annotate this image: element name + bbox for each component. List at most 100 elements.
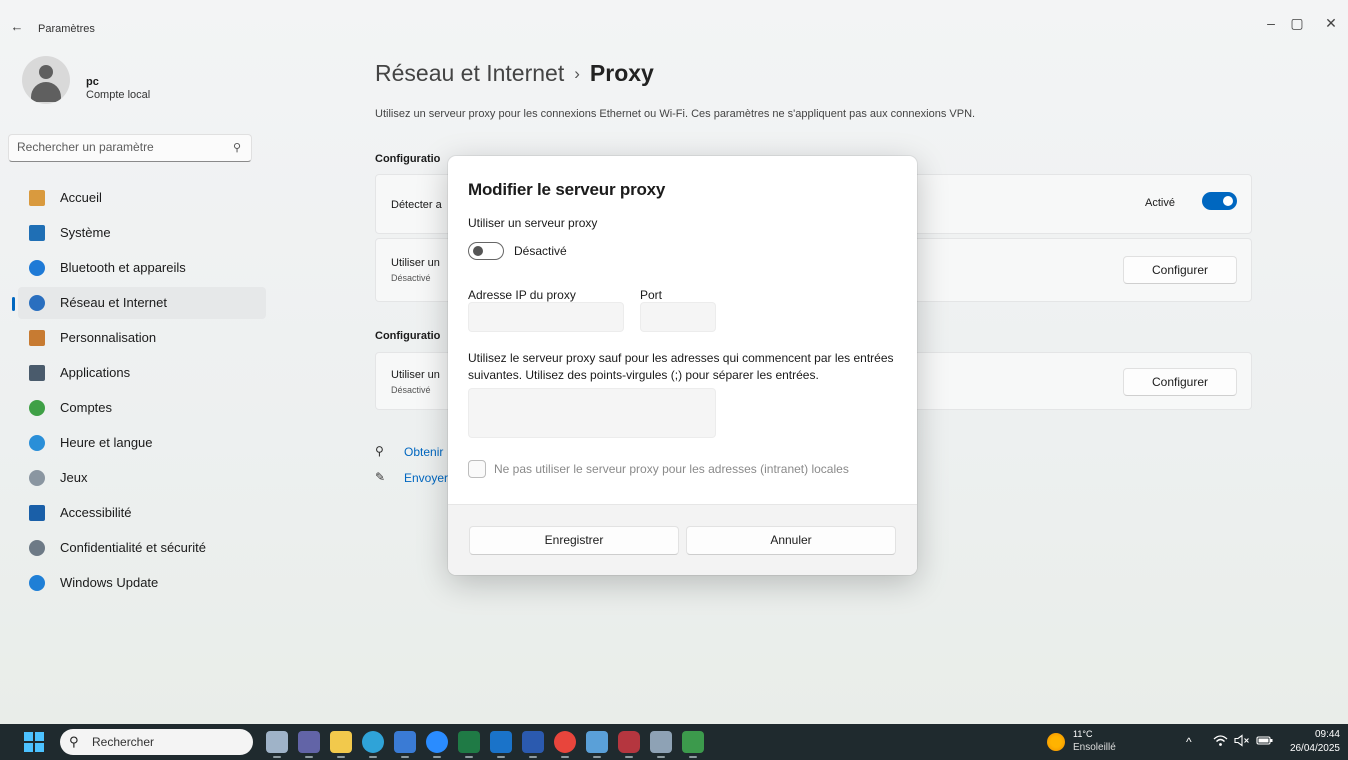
section-auto-title: Configuratio [375, 153, 441, 165]
running-indicator [497, 756, 505, 758]
weather-condition[interactable]: Ensoleillé [1073, 742, 1116, 753]
taskbar-search[interactable]: ⚲ Rechercher [60, 729, 253, 755]
maximize-button[interactable]: ▢ [1286, 12, 1308, 34]
send-feedback-text[interactable]: Envoyer [404, 471, 448, 485]
sidebar-item-accounts[interactable]: Comptes [18, 392, 266, 424]
sidebar-item-label: Heure et langue [60, 435, 153, 450]
auto-detect-toggle[interactable] [1202, 192, 1237, 210]
search-input[interactable] [17, 140, 217, 154]
weather-temperature[interactable]: 11°C [1073, 729, 1092, 739]
taskbar-search-label: Rechercher [92, 735, 155, 749]
home-icon [29, 190, 45, 206]
running-indicator [433, 756, 441, 758]
file-explorer-icon[interactable] [330, 731, 352, 758]
sidebar-item-time-language[interactable]: Heure et langue [18, 427, 266, 459]
start-button[interactable] [24, 732, 44, 752]
sidebar-item-accessibility[interactable]: Accessibilité [18, 497, 266, 529]
update-icon [29, 575, 45, 591]
help-app-icon[interactable] [426, 731, 448, 758]
sidebar-item-label: Accessibilité [60, 505, 132, 520]
help-icon: ⚲ [375, 444, 384, 458]
outlook-icon[interactable] [490, 731, 512, 758]
sidebar-item-wifi[interactable]: Réseau et Internet [12, 287, 266, 319]
volume-muted-icon[interactable] [1234, 734, 1250, 751]
breadcrumb-parent[interactable]: Réseau et Internet [375, 60, 564, 86]
settings-app-icon[interactable] [650, 731, 672, 758]
task-view-icon[interactable] [266, 731, 288, 758]
sidebar-item-label: Confidentialité et sécurité [60, 540, 206, 555]
running-indicator [529, 756, 537, 758]
chrome-icon[interactable] [554, 731, 576, 758]
bluetooth-icon [29, 260, 45, 276]
app-title: Paramètres [38, 23, 95, 35]
sidebar-item-label: Jeux [60, 470, 88, 485]
page-title: Proxy [589, 60, 654, 86]
running-indicator [369, 756, 377, 758]
network-app-icon[interactable] [682, 731, 704, 758]
sidebar-item-home[interactable]: Accueil [18, 182, 266, 214]
running-indicator [561, 756, 569, 758]
tray-chevron-icon[interactable]: ^ [1186, 734, 1192, 750]
running-indicator [401, 756, 409, 758]
sidebar-item-label: Personnalisation [60, 330, 157, 345]
breadcrumb-separator: › [574, 64, 580, 83]
running-indicator [593, 756, 601, 758]
sidebar-item-system[interactable]: Système [18, 217, 266, 249]
get-help-text[interactable]: Obtenir [404, 445, 443, 459]
save-button[interactable]: Enregistrer [469, 526, 679, 555]
proxy-port-input[interactable] [640, 302, 716, 332]
exceptions-description: Utilisez le serveur proxy sauf pour les … [468, 351, 894, 382]
proxy-ip-input[interactable] [468, 302, 624, 332]
auto-detect-state: Activé [1145, 197, 1175, 209]
running-indicator [657, 756, 665, 758]
weather-icon[interactable] [1047, 733, 1065, 751]
exceptions-textarea[interactable] [468, 388, 716, 438]
breadcrumb: Réseau et Internet › Proxy [375, 60, 654, 87]
use-proxy-state: Désactivé [514, 244, 567, 258]
edge-icon[interactable] [362, 731, 384, 758]
wifi-icon[interactable] [1213, 734, 1228, 751]
brush-icon [29, 330, 45, 346]
section-manual-title: Configuratio [375, 330, 441, 342]
setup-script-configure-button[interactable]: Configurer [1123, 256, 1237, 284]
apps-icon [29, 365, 45, 381]
settings-window: ← Paramètres – ▢ ✕ pc Compte local ⚲ Acc… [0, 0, 1348, 724]
manual-proxy-configure-button[interactable]: Configurer [1123, 368, 1237, 396]
sidebar-item-brush[interactable]: Personnalisation [18, 322, 266, 354]
cancel-button[interactable]: Annuler [686, 526, 896, 555]
use-proxy-toggle[interactable] [468, 242, 504, 260]
avatar[interactable] [22, 56, 70, 104]
wifi-icon [29, 295, 45, 311]
excel-icon[interactable] [458, 731, 480, 758]
bypass-local-checkbox[interactable] [468, 460, 486, 478]
minimize-button[interactable]: – [1260, 12, 1282, 34]
photos-icon[interactable] [586, 731, 608, 758]
clock-time[interactable]: 09:44 [1315, 729, 1340, 740]
word-icon[interactable] [522, 731, 544, 758]
page-description: Utilisez un serveur proxy pour les conne… [375, 108, 976, 120]
teams-icon[interactable] [298, 731, 320, 758]
sidebar-item-apps[interactable]: Applications [18, 357, 266, 389]
time-language-icon [29, 435, 45, 451]
dialog-title: Modifier le serveur proxy [468, 180, 666, 199]
sidebar-item-label: Windows Update [60, 575, 159, 590]
title-bar: ← Paramètres – ▢ ✕ [0, 0, 1348, 40]
back-button[interactable]: ← [8, 18, 26, 36]
sidebar-item-label: Applications [60, 365, 131, 380]
close-button[interactable]: ✕ [1320, 12, 1342, 34]
app-blue-icon[interactable] [394, 731, 416, 758]
edit-proxy-dialog: Modifier le serveur proxy Utiliser un se… [448, 156, 917, 575]
use-proxy-label: Utiliser un serveur proxy [468, 216, 598, 230]
clock-date[interactable]: 26/04/2025 [1290, 743, 1340, 754]
dialog-footer: Enregistrer Annuler [448, 504, 917, 575]
search-icon: ⚲ [69, 734, 79, 749]
sidebar-item-update[interactable]: Windows Update [18, 567, 266, 599]
battery-icon[interactable] [1256, 734, 1274, 751]
sidebar-item-shield[interactable]: Confidentialité et sécurité [18, 532, 266, 564]
sidebar-item-bluetooth[interactable]: Bluetooth et appareils [18, 252, 266, 284]
settings-search[interactable]: ⚲ [8, 134, 252, 162]
d-app-icon[interactable] [618, 731, 640, 758]
manual-proxy-label: Utiliser un [391, 369, 440, 381]
sidebar-item-gaming[interactable]: Jeux [18, 462, 266, 494]
running-indicator [305, 756, 313, 758]
